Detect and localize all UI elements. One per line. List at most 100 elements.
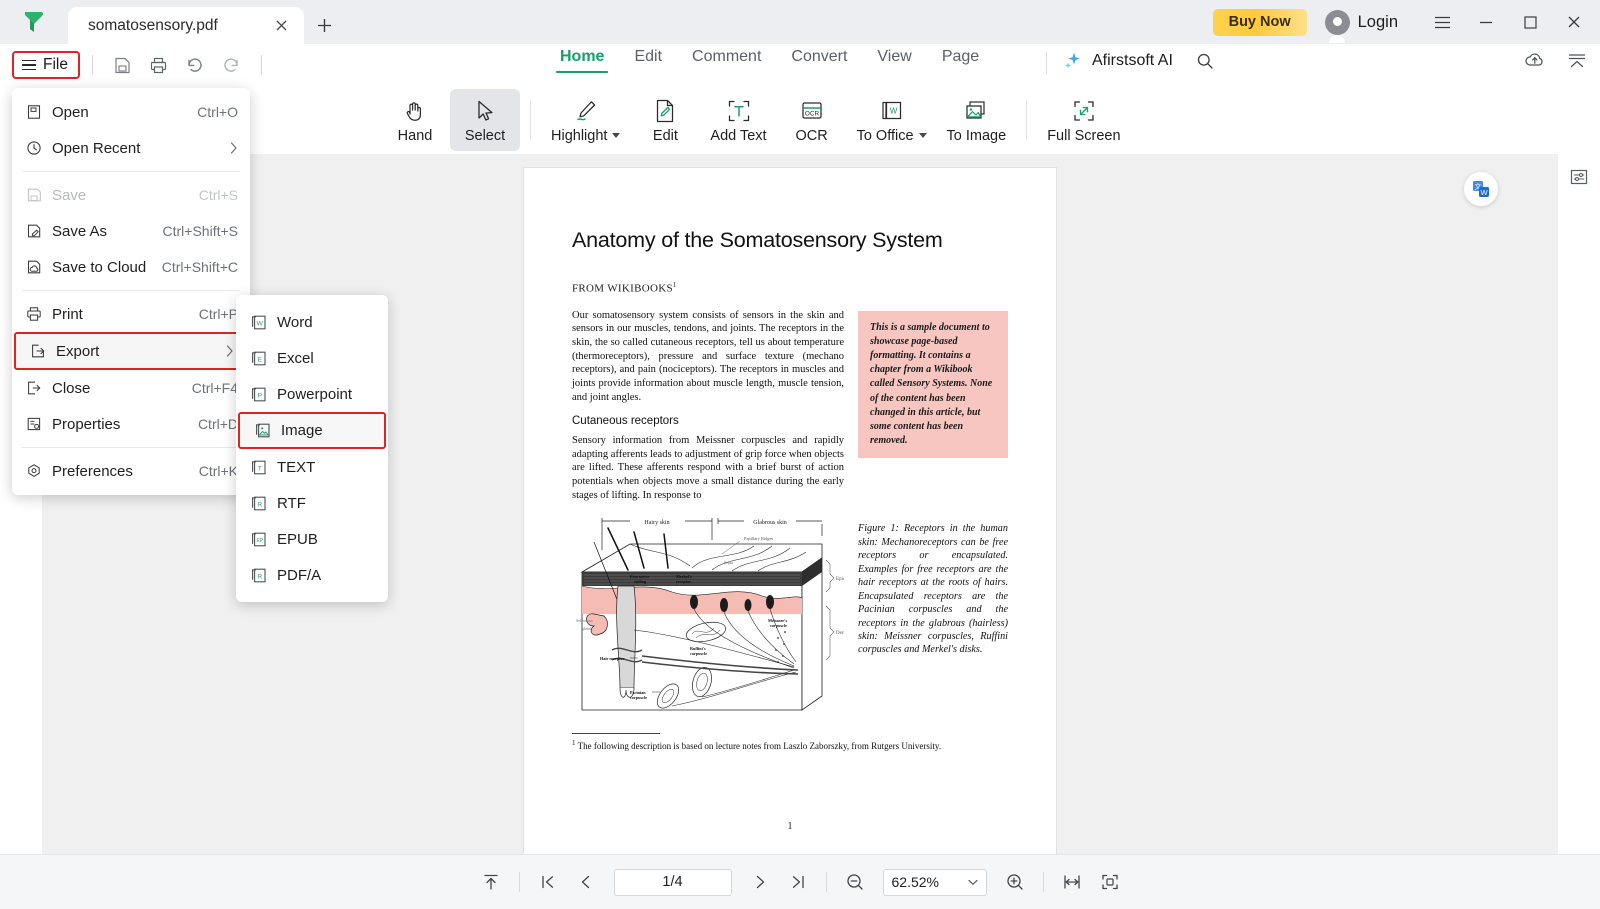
main-menu-icon[interactable]	[1420, 0, 1464, 44]
footnote-divider	[572, 733, 660, 735]
svg-text:R: R	[257, 573, 262, 580]
tool-to-image[interactable]: To Image	[937, 89, 1017, 151]
redo-icon[interactable]	[213, 50, 249, 80]
chevron-down-icon	[967, 879, 978, 886]
intro-paragraph: Our somatosensory system consists of sen…	[572, 309, 844, 403]
next-page-icon[interactable]	[741, 865, 779, 899]
tool-hand[interactable]: Hand	[380, 89, 450, 151]
tab-convert[interactable]: Convert	[791, 48, 847, 73]
export-item-powerpoint[interactable]: P Powerpoint	[236, 376, 388, 412]
menu-item-close[interactable]: Close Ctrl+F4	[12, 370, 250, 406]
menu-item-save-as[interactable]: Save As Ctrl+Shift+S	[12, 213, 250, 249]
export-item-rtf[interactable]: R RTF	[236, 485, 388, 521]
page-number-input[interactable]: 1/4	[613, 868, 732, 896]
collapse-ribbon-icon[interactable]	[1566, 51, 1588, 69]
export-item-pdfa[interactable]: R PDF/A	[236, 557, 388, 593]
previous-page-icon[interactable]	[567, 865, 605, 899]
divider	[518, 872, 520, 892]
tool-highlight[interactable]: Highlight	[541, 89, 630, 151]
export-item-excel[interactable]: E Excel	[236, 340, 388, 376]
afirstsoft-ai-button[interactable]: Afirstsoft AI	[1062, 50, 1214, 71]
page-title: Anatomy of the Somatosensory System	[572, 228, 943, 252]
menu-item-print-shortcut: Ctrl+P	[198, 306, 238, 322]
print-icon[interactable]	[141, 50, 177, 80]
maximize-icon[interactable]	[1508, 0, 1552, 44]
ocr-icon: OCR	[798, 97, 826, 125]
export-item-pdfa-label: PDF/A	[277, 566, 322, 584]
svg-text:R: R	[257, 501, 262, 508]
properties-panel-icon[interactable]	[1558, 154, 1600, 200]
export-item-word-label: Word	[277, 313, 313, 331]
scroll-top-icon[interactable]	[472, 865, 510, 899]
export-item-text[interactable]: T TEXT	[236, 449, 388, 485]
tool-edit[interactable]: Edit	[630, 89, 700, 151]
fit-page-icon[interactable]	[1091, 865, 1129, 899]
buy-now-button[interactable]: Buy Now	[1212, 8, 1307, 36]
export-item-epub[interactable]: EP EPUB	[236, 521, 388, 557]
document-tab[interactable]: somatosensory.pdf	[68, 7, 304, 44]
translate-to-word-icon[interactable]: 文 W	[1464, 172, 1498, 206]
save-icon[interactable]	[105, 50, 141, 80]
new-tab-button[interactable]	[304, 7, 344, 44]
tab-edit[interactable]: Edit	[634, 48, 662, 73]
svg-text:receptor: receptor	[676, 579, 691, 584]
divider	[22, 447, 240, 448]
window-close-icon[interactable]	[1552, 0, 1596, 44]
epub-file-icon: EP	[250, 531, 267, 548]
zoom-out-icon[interactable]	[836, 865, 874, 899]
ribbon-tabs: Home Edit Comment Convert View Page	[555, 48, 979, 73]
file-menu-button[interactable]: File	[12, 51, 80, 79]
first-page-icon[interactable]	[529, 865, 567, 899]
divider	[91, 55, 93, 75]
zoom-level-select[interactable]: 62.52%	[882, 868, 987, 896]
zoom-in-icon[interactable]	[996, 865, 1034, 899]
cloud-upload-icon[interactable]	[1524, 50, 1546, 70]
pdf-page-1[interactable]: Anatomy of the Somatosensory System FROM…	[524, 168, 1056, 854]
svg-text:W: W	[257, 320, 264, 327]
highlight-pen-icon	[572, 97, 600, 125]
tool-to-office[interactable]: W To Office	[847, 89, 937, 151]
tab-comment[interactable]: Comment	[692, 48, 761, 73]
tool-add-text[interactable]: Add Text	[700, 89, 776, 151]
fit-width-icon[interactable]	[1053, 865, 1091, 899]
login-button[interactable]: Login	[1324, 9, 1398, 43]
search-icon[interactable]	[1196, 52, 1214, 70]
menu-item-print[interactable]: Print Ctrl+P	[12, 296, 250, 332]
svg-text:gland: gland	[582, 626, 591, 631]
export-item-image[interactable]: Image	[238, 412, 386, 449]
figure-caption: Figure 1: Receptors in the human skin: M…	[858, 523, 1008, 656]
tool-full-screen[interactable]: Full Screen	[1037, 89, 1130, 151]
menu-item-save: Save Ctrl+S	[12, 177, 250, 213]
left-column: Our somatosensory system consists of sen…	[572, 309, 844, 735]
svg-text:corpuscle: corpuscle	[770, 623, 787, 628]
export-icon	[30, 343, 56, 359]
section-paragraph: Sensory information from Meissner corpus…	[572, 435, 844, 501]
menu-item-properties[interactable]: Properties Ctrl+D	[12, 406, 250, 442]
last-page-icon[interactable]	[779, 865, 817, 899]
export-item-excel-label: Excel	[277, 349, 314, 367]
tab-home[interactable]: Home	[555, 48, 609, 73]
undo-icon[interactable]	[177, 50, 213, 80]
menu-item-export[interactable]: Export	[14, 332, 248, 370]
divider	[260, 55, 262, 75]
tool-ocr[interactable]: OCR OCR	[777, 89, 847, 151]
menu-item-save-label: Save	[52, 186, 87, 204]
tab-view[interactable]: View	[877, 48, 911, 73]
app-window: somatosensory.pdf Buy Now Login File Hom…	[0, 0, 1600, 909]
minimize-icon[interactable]	[1464, 0, 1508, 44]
tab-page[interactable]: Page	[942, 48, 979, 73]
export-item-word[interactable]: W Word	[236, 304, 388, 340]
menu-item-preferences[interactable]: Preferences Ctrl+K	[12, 453, 250, 489]
image-file-icon	[254, 422, 271, 439]
tool-select[interactable]: Select	[450, 89, 520, 151]
svg-text:OCR: OCR	[804, 110, 819, 117]
menu-item-open-recent[interactable]: Open Recent	[12, 130, 250, 166]
close-icon[interactable]	[270, 15, 292, 37]
divider	[1026, 101, 1028, 139]
menu-item-open[interactable]: Open Ctrl+O	[12, 94, 250, 130]
divider	[1042, 872, 1044, 892]
chevron-down-icon	[612, 133, 621, 138]
close-doc-icon	[26, 380, 52, 396]
menu-item-save-to-cloud[interactable]: Save to Cloud Ctrl+Shift+C	[12, 249, 250, 285]
ai-sparkle-icon	[1062, 50, 1083, 71]
